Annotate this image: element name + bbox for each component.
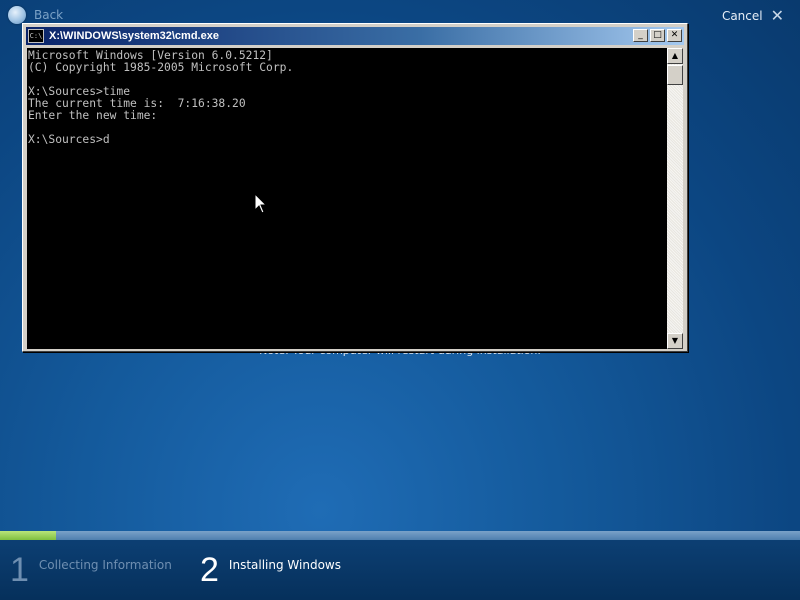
window-controls: _ □ ✕ <box>631 29 682 42</box>
console-icon[interactable]: C:\ <box>28 29 44 43</box>
progress-fill <box>0 531 56 540</box>
step-collecting-information: 1 Collecting Information <box>10 552 172 588</box>
cmd-titlebar[interactable]: C:\ X:\WINDOWS\system32\cmd.exe _ □ ✕ <box>26 27 684 45</box>
scroll-up-button[interactable]: ▲ <box>667 48 683 64</box>
close-button[interactable]: ✕ <box>667 29 682 42</box>
back-arrow-icon <box>8 6 26 24</box>
step-installing-windows: 2 Installing Windows <box>200 552 341 588</box>
cancel-label: Cancel <box>721 9 763 23</box>
steps-panel: 1 Collecting Information 2 Installing Wi… <box>0 540 800 600</box>
vertical-scrollbar[interactable]: ▲ ▼ <box>667 48 683 349</box>
cmd-window[interactable]: C:\ X:\WINDOWS\system32\cmd.exe _ □ ✕ Mi… <box>22 23 688 352</box>
mouse-pointer-icon <box>254 193 268 214</box>
console-area[interactable]: Microsoft Windows [Version 6.0.5212] (C)… <box>27 48 667 349</box>
step-number: 1 <box>10 551 29 589</box>
console-output: Microsoft Windows [Version 6.0.5212] (C)… <box>28 49 294 146</box>
back-button[interactable]: Back <box>8 6 63 24</box>
scroll-down-button[interactable]: ▼ <box>667 333 683 349</box>
close-icon: ✕ <box>770 6 784 25</box>
minimize-button[interactable]: _ <box>633 29 648 42</box>
maximize-button[interactable]: □ <box>650 29 665 42</box>
scroll-thumb[interactable] <box>667 65 683 85</box>
window-title: X:\WINDOWS\system32\cmd.exe <box>49 30 219 42</box>
cancel-button[interactable]: Cancel ✕ <box>722 8 784 24</box>
progress-bar <box>0 531 800 540</box>
step-label: Installing Windows <box>228 558 341 572</box>
step-number: 2 <box>200 551 219 589</box>
step-label: Collecting Information <box>38 558 172 572</box>
back-label: Back <box>34 8 64 22</box>
